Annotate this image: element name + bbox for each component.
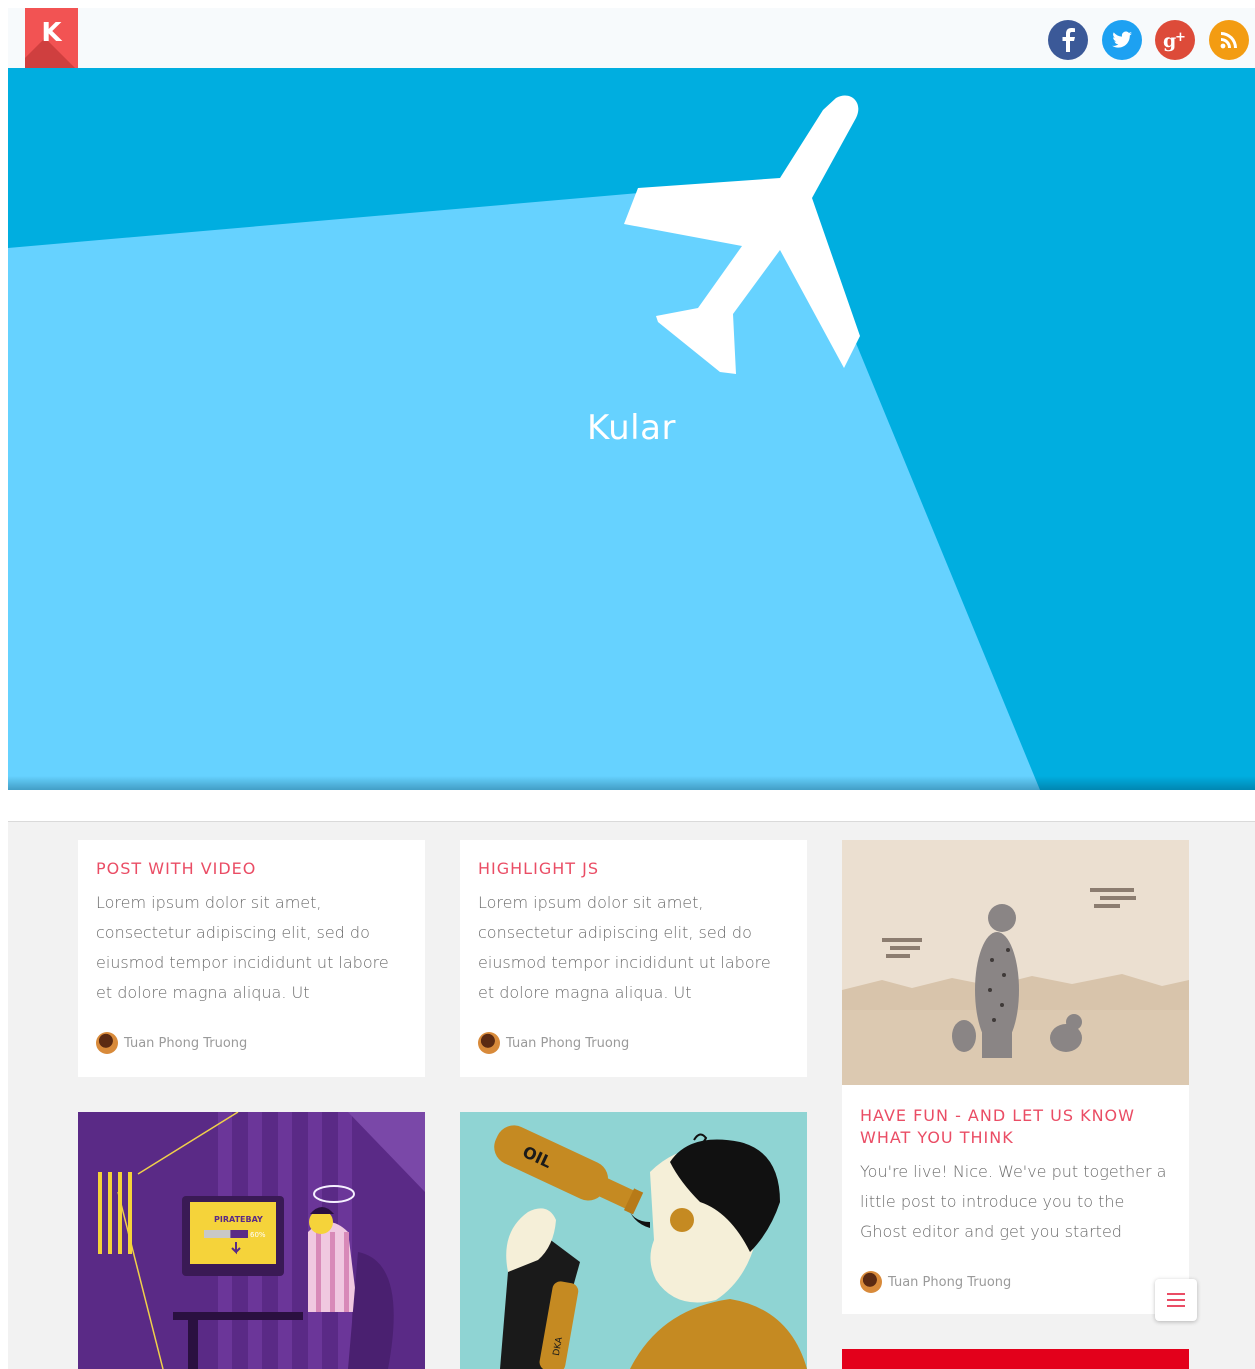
post-author[interactable]: Tuan Phong Truong	[478, 1032, 789, 1054]
logo-letter: K	[41, 18, 62, 48]
top-bar: K g +	[8, 8, 1255, 68]
site-logo[interactable]: K	[25, 8, 78, 68]
post-card[interactable]: HAVE FUN - AND LET US KNOW WHAT YOU THIN…	[842, 840, 1189, 1314]
download-progress-label: 60%	[250, 1231, 266, 1239]
cheetah-illustration[interactable]	[842, 840, 1189, 1085]
post-title[interactable]: POST WITH VIDEO	[96, 858, 407, 880]
author-avatar	[860, 1271, 882, 1293]
post-excerpt: Lorem ipsum dolor sit amet, consectetur …	[96, 893, 389, 1002]
menu-button[interactable]	[1155, 1279, 1197, 1321]
menu-icon-line	[1167, 1305, 1185, 1307]
menu-icon-line	[1167, 1293, 1185, 1295]
hero-shadow	[8, 776, 1255, 790]
section-separator	[8, 790, 1255, 822]
site-title[interactable]: Kular	[8, 408, 1255, 448]
twitter-icon[interactable]	[1102, 20, 1142, 60]
author-name: Tuan Phong Truong	[506, 1035, 630, 1051]
author-name: Tuan Phong Truong	[124, 1035, 248, 1051]
post-body: HAVE FUN - AND LET US KNOW WHAT YOU THIN…	[842, 1085, 1189, 1293]
post-title[interactable]: HAVE FUN - AND LET US KNOW WHAT YOU THIN…	[860, 1105, 1171, 1149]
post-card[interactable]: HIGHLIGHT JS Lorem ipsum dolor sit amet,…	[460, 840, 807, 1077]
post-author[interactable]: Tuan Phong Truong	[96, 1032, 407, 1054]
post-card-image[interactable]: PIRATEBAY 60%	[78, 1112, 425, 1369]
author-avatar	[478, 1032, 500, 1054]
google-plus-icon[interactable]: g +	[1155, 20, 1195, 60]
facebook-icon[interactable]	[1048, 20, 1088, 60]
author-name: Tuan Phong Truong	[888, 1274, 1012, 1290]
post-card-image[interactable]: OIL DKA	[460, 1112, 807, 1369]
pirate-banner: PIRATEBAY	[214, 1215, 263, 1224]
svg-text:+: +	[1175, 30, 1186, 45]
post-author[interactable]: Tuan Phong Truong	[860, 1271, 1171, 1293]
menu-icon-line	[1167, 1299, 1185, 1301]
post-card[interactable]: POST WITH VIDEO Lorem ipsum dolor sit am…	[78, 840, 425, 1077]
drinking-illustration: OIL DKA	[460, 1112, 807, 1369]
post-excerpt: Lorem ipsum dolor sit amet, consectetur …	[478, 893, 771, 1002]
download-progress-fill	[204, 1230, 231, 1238]
page: K g + Kular POST WITH VIDEO Lorem ipsum d…	[8, 8, 1255, 1369]
hero-banner: Kular	[8, 68, 1255, 790]
rss-icon[interactable]	[1209, 20, 1249, 60]
light-beam	[8, 180, 1040, 790]
post-excerpt: You're live! Nice. We've put together a …	[860, 1162, 1167, 1241]
piracy-illustration: PIRATEBAY 60%	[78, 1112, 425, 1369]
post-card-image[interactable]	[842, 1349, 1189, 1369]
post-title[interactable]: HIGHLIGHT JS	[478, 858, 789, 880]
author-avatar	[96, 1032, 118, 1054]
